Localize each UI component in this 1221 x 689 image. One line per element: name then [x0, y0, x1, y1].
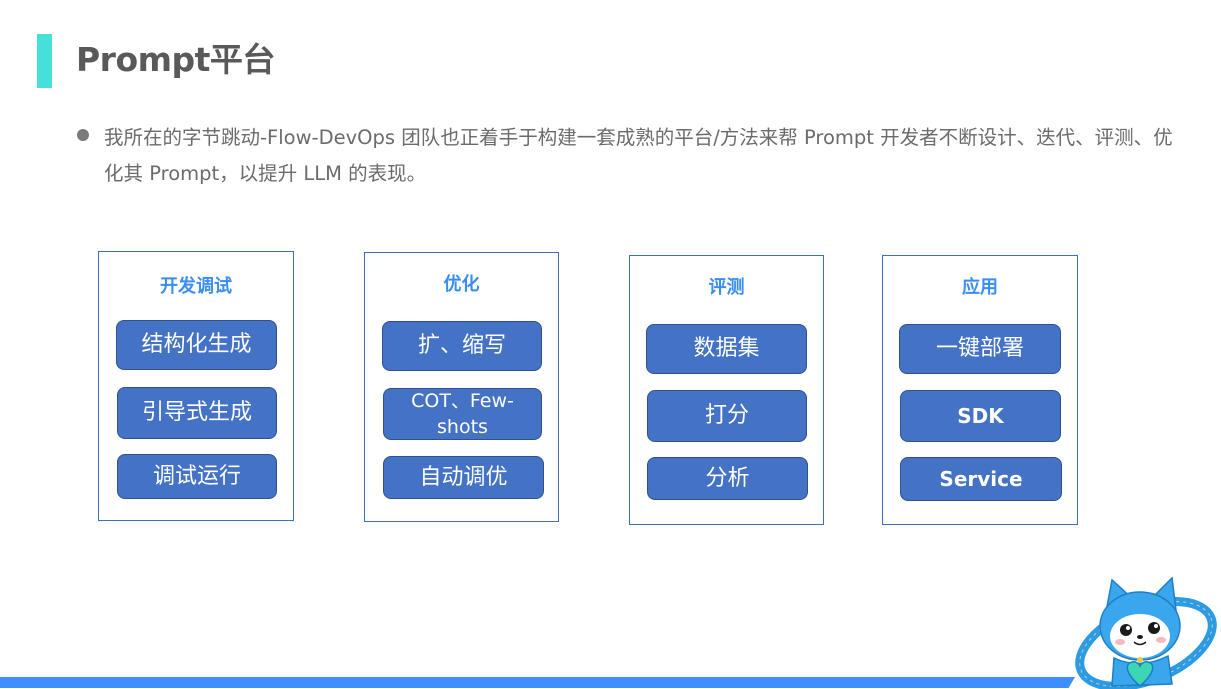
item-one-click-deploy[interactable]: 一键部署 [899, 324, 1061, 374]
item-cot-few-shots[interactable]: COT、Few-shots [383, 388, 542, 440]
group-dev-debug: 开发调试 结构化生成 引导式生成 调试运行 [98, 251, 294, 521]
group-title: 应用 [962, 277, 998, 298]
page-title: Prompt平台 [76, 40, 275, 79]
item-scoring[interactable]: 打分 [647, 390, 807, 442]
cloudwego-mascot-icon [1075, 576, 1217, 689]
group-apply: 应用 一键部署 SDK Service [882, 255, 1078, 525]
bullet-text: 我所在的字节跳动-Flow-DevOps 团队也正着手于构建一套成熟的平台/方法… [104, 126, 1173, 185]
item-debug-run[interactable]: 调试运行 [117, 454, 277, 499]
footer-bar [0, 677, 1075, 688]
bullet-item: 我所在的字节跳动-Flow-DevOps 团队也正着手于构建一套成熟的平台/方法… [77, 120, 1187, 192]
group-title: 评测 [708, 277, 745, 298]
group-evaluate: 评测 数据集 打分 分析 [629, 255, 824, 525]
item-guided-generation[interactable]: 引导式生成 [117, 387, 277, 439]
item-dataset[interactable]: 数据集 [646, 324, 807, 374]
mascot-eye-right [1148, 622, 1160, 634]
group-optimize: 优化 扩、缩写 COT、Few-shots 自动调优 [364, 252, 559, 522]
item-service[interactable]: Service [900, 457, 1062, 501]
item-expand-shrink[interactable]: 扩、缩写 [382, 321, 542, 371]
group-title: 优化 [443, 274, 480, 295]
group-title: 开发调试 [160, 276, 232, 297]
title-accent-bar [37, 34, 52, 88]
bullet-dot-icon [77, 129, 89, 141]
item-analysis[interactable]: 分析 [647, 457, 808, 500]
item-structured-generation[interactable]: 结构化生成 [116, 320, 277, 370]
item-auto-tune[interactable]: 自动调优 [383, 456, 544, 499]
mascot-eye-left [1120, 624, 1132, 636]
item-sdk[interactable]: SDK [900, 390, 1061, 442]
